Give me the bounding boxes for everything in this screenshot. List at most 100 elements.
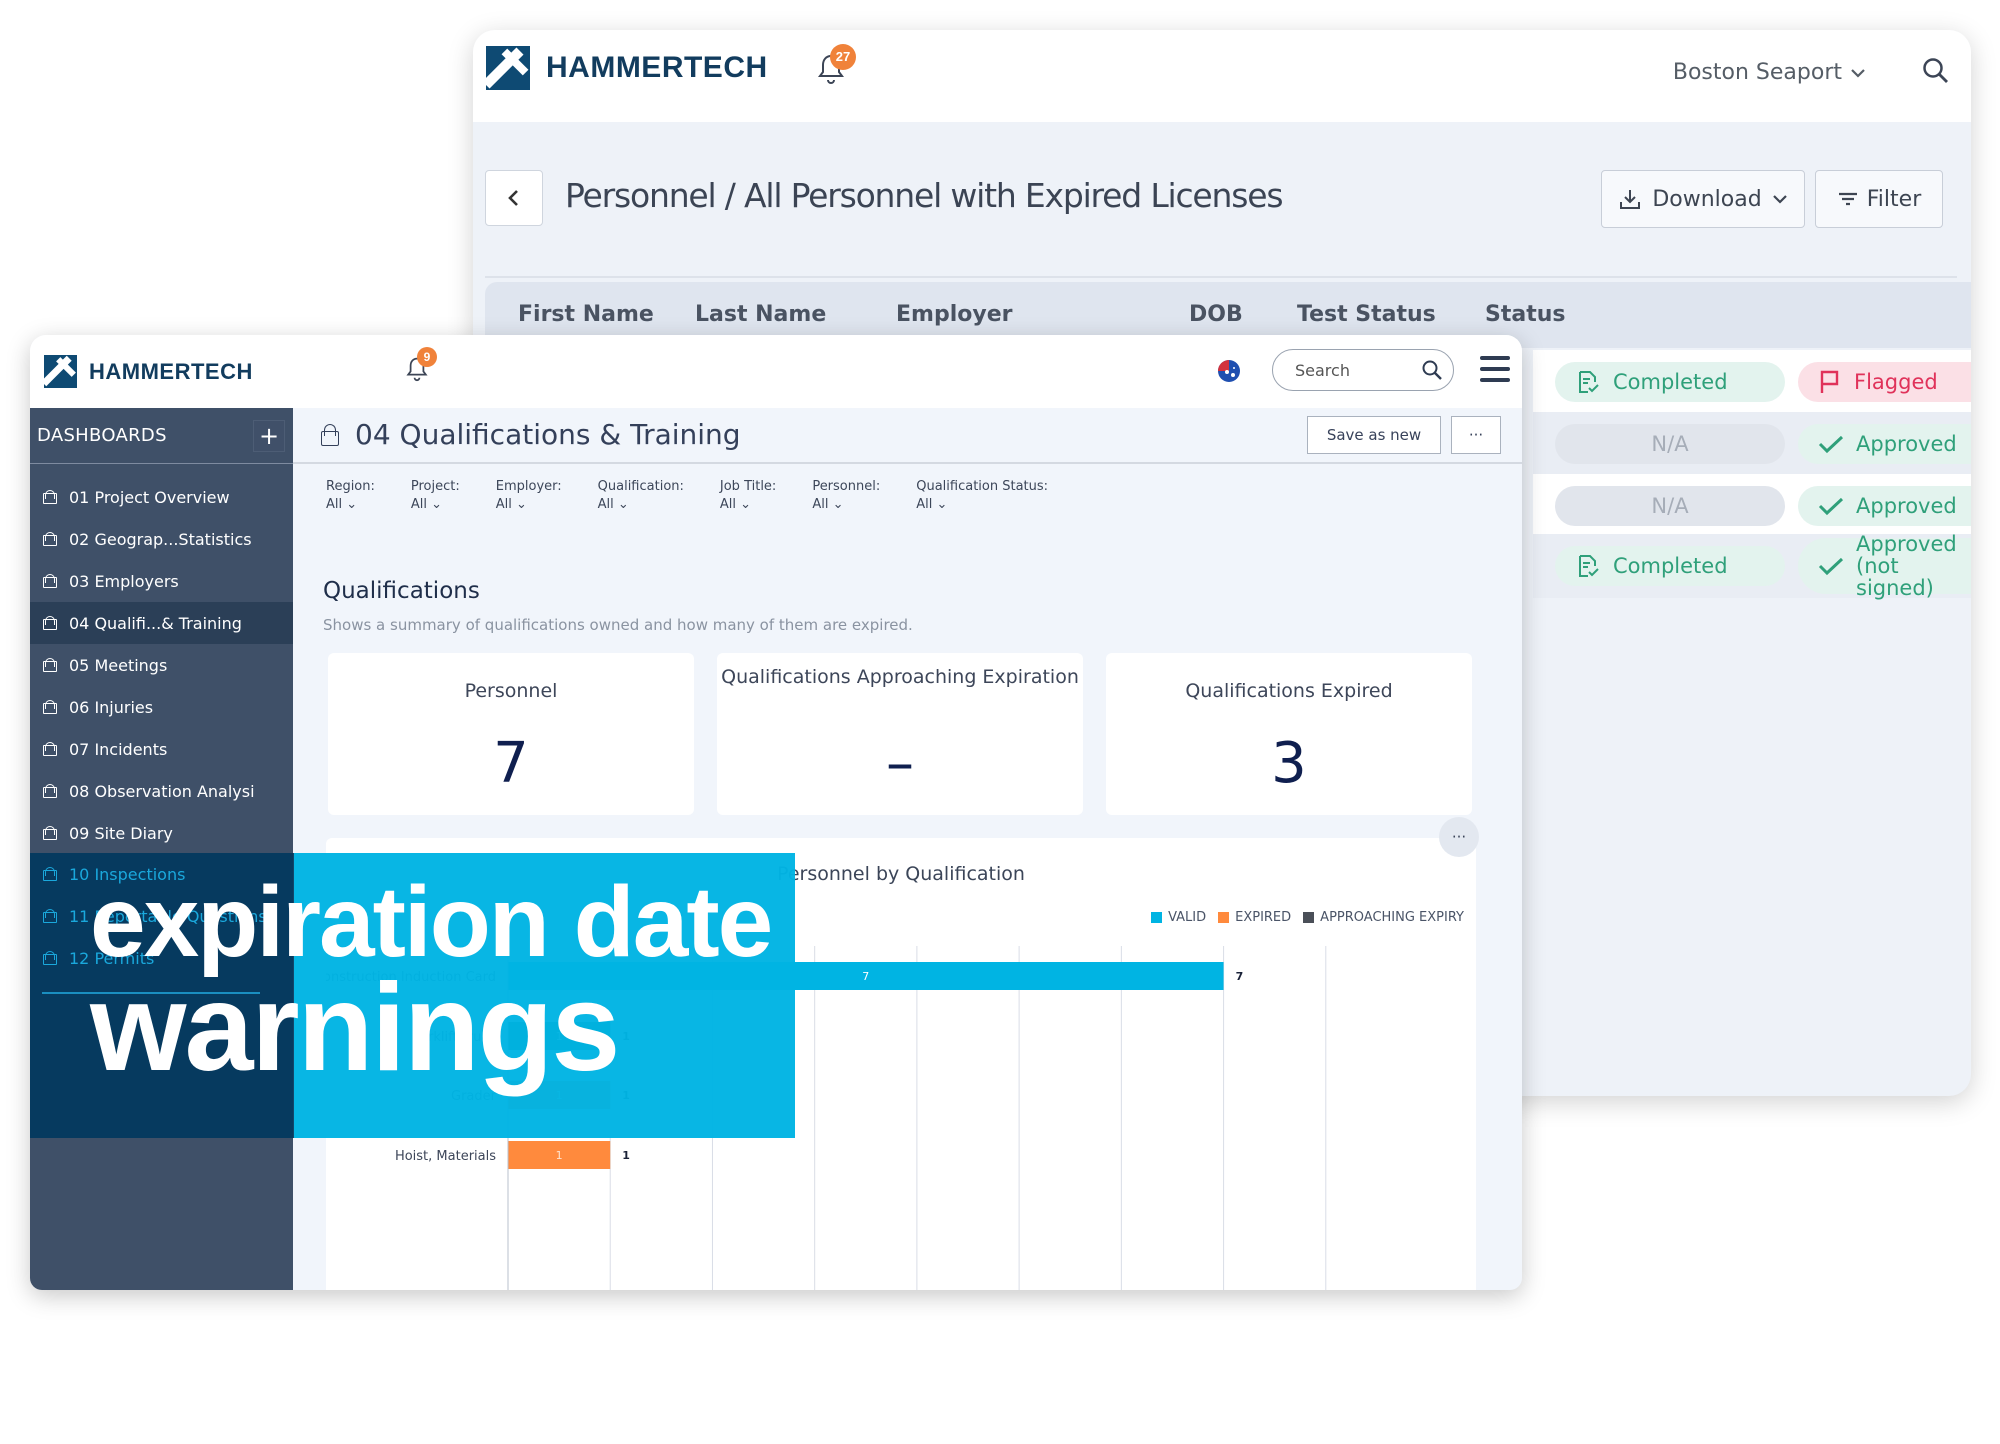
chevron-down-icon (1851, 68, 1865, 78)
filter-value-text: All (495, 497, 512, 512)
project-selector[interactable]: Boston Seaport (1673, 60, 1866, 85)
filter-dropdown[interactable]: Region: All ⌄ (326, 478, 375, 514)
filter-bar: Region: All ⌄ Project: All ⌄ Employer: All ⌄ Q… (326, 478, 1084, 514)
download-icon (1620, 190, 1641, 209)
search-button[interactable] (1921, 56, 1951, 90)
sidebar-item[interactable]: 07 Incidents (30, 728, 293, 770)
search-icon (1923, 58, 1948, 83)
hammertech-logo-icon (486, 46, 530, 90)
table-row[interactable]: Completed Approved (not signed) (1533, 533, 1971, 599)
notifications-button[interactable]: 9 (405, 347, 437, 383)
search-input[interactable] (1295, 360, 1405, 380)
filter-value-text: All (326, 497, 343, 512)
sidebar-item[interactable]: 09 Site Diary (30, 812, 293, 854)
lock-icon (321, 424, 339, 446)
column-dob[interactable]: DOB (1189, 302, 1243, 327)
status-label: Approved (1856, 494, 1957, 518)
column-status[interactable]: Status (1485, 302, 1565, 327)
notifications-button[interactable]: 27 (816, 44, 856, 86)
brand-name: HAMMERTECH (89, 358, 253, 384)
filter-label: Qualification Status: (916, 479, 1049, 494)
sidebar-item[interactable]: 03 Employers (30, 560, 293, 602)
bar-total-label: 7 (1236, 970, 1244, 983)
filter-value: All ⌄ (812, 496, 880, 514)
lock-icon (43, 616, 57, 630)
back-button[interactable] (485, 170, 543, 226)
kpi-card-approaching-expiration[interactable]: Qualifications Approaching Expiration – (717, 653, 1083, 815)
sidebar-item[interactable]: 04 Qualifi...& Training (30, 602, 293, 644)
status-pill: Approved (not signed) (1798, 533, 1971, 599)
add-dashboard-button[interactable]: + (253, 419, 285, 452)
sidebar-item[interactable]: 02 Geograp...Statistics (30, 518, 293, 560)
column-test-status[interactable]: Test Status (1297, 302, 1436, 327)
filter-dropdown[interactable]: Qualification Status: All ⌄ (916, 478, 1048, 514)
sidebar-item[interactable]: 01 Project Overview (30, 476, 293, 518)
sidebar-item[interactable]: 05 Meetings (30, 644, 293, 686)
top-bar: HAMMERTECH 27 Boston Seaport (473, 30, 1971, 122)
sidebar-item[interactable]: 06 Injuries (30, 686, 293, 728)
status-label: Flagged (1854, 370, 1938, 394)
filter-dropdown[interactable]: Project: All ⌄ (411, 478, 460, 514)
filter-button[interactable]: Filter (1815, 170, 1943, 228)
lock-icon (43, 867, 57, 881)
sidebar-item-label: 06 Injuries (69, 697, 154, 717)
kpi-card-personnel[interactable]: Personnel 7 (328, 653, 694, 815)
sidebar-item-label: 01 Project Overview (69, 487, 230, 507)
status-pill: Approved (1798, 486, 1971, 526)
status-pill: Flagged (1798, 362, 1971, 402)
column-employer[interactable]: Employer (896, 302, 1012, 327)
filter-dropdown[interactable]: Employer: All ⌄ (496, 478, 562, 514)
lock-icon (43, 532, 57, 546)
dashboard-window: HAMMERTECH 9 DASHBOARDS + 01 Project Ove… (30, 335, 1522, 1290)
table-row[interactable]: N/A Approved (1533, 474, 1971, 538)
kpi-label: Qualifications Approaching Expiration (721, 666, 1079, 688)
headline-line-1: expiration date (90, 866, 773, 978)
filter-value: All ⌄ (598, 496, 684, 514)
page-title: Personnel / All Personnel with Expired L… (565, 176, 1284, 215)
chevron-left-icon (508, 190, 518, 206)
sidebar-item-label: 04 Qualifi...& Training (69, 613, 242, 633)
sidebar-item-label: 03 Employers (69, 571, 179, 591)
lock-icon (43, 658, 57, 672)
filter-value-text: All (597, 497, 614, 512)
filter-value-text: All (719, 497, 737, 512)
sidebar-item-label: 05 Meetings (69, 655, 168, 675)
column-last-name[interactable]: Last Name (695, 302, 826, 327)
lock-icon (43, 784, 57, 798)
sidebar-item-label: 09 Site Diary (69, 823, 173, 843)
document-check-icon (1575, 553, 1601, 579)
status-label: Approved (not signed) (1856, 532, 1957, 600)
filter-value: All ⌄ (916, 496, 1048, 514)
filter-icon (1838, 192, 1857, 206)
download-label: Download (1652, 186, 1762, 212)
chevron-down-icon: ⌄ (511, 497, 527, 512)
more-options-button[interactable]: ··· (1451, 416, 1501, 454)
table-row[interactable]: Completed Flagged (1533, 350, 1971, 414)
australia-flag-icon[interactable] (1218, 360, 1240, 382)
chart-more-button[interactable]: ··· (1439, 817, 1479, 857)
test-status-pill: N/A (1555, 424, 1785, 464)
column-first-name[interactable]: First Name (518, 302, 654, 327)
search-icon[interactable] (1421, 359, 1443, 381)
filter-label: Employer: (495, 479, 562, 494)
page-header: Personnel / All Personnel with Expired L… (485, 170, 1957, 278)
test-status-pill: Completed (1555, 362, 1785, 402)
search-field[interactable] (1272, 349, 1454, 391)
filter-dropdown[interactable]: Personnel: All ⌄ (812, 478, 880, 514)
filter-dropdown[interactable]: Job Title: All ⌄ (720, 478, 776, 514)
sidebar-item[interactable]: 08 Observation Analysi (30, 770, 293, 812)
kpi-card-expired[interactable]: Qualifications Expired 3 (1106, 653, 1472, 815)
filter-dropdown[interactable]: Qualification: All ⌄ (598, 478, 684, 514)
section-title: Qualifications (323, 578, 480, 604)
download-button[interactable]: Download (1601, 170, 1805, 228)
headline-line-2: warnings (90, 959, 620, 1097)
table-row[interactable]: N/A Approved (1533, 412, 1971, 476)
hammertech-logo[interactable]: HAMMERTECH (44, 355, 253, 388)
check-icon (1818, 434, 1844, 454)
filter-label: Project: (410, 479, 460, 494)
filter-value-text: All (812, 497, 829, 512)
save-as-new-button[interactable]: Save as new (1307, 416, 1441, 454)
menu-icon[interactable] (1480, 356, 1510, 382)
hammertech-logo[interactable]: HAMMERTECH (486, 46, 768, 90)
filter-value-text: All (410, 497, 428, 512)
